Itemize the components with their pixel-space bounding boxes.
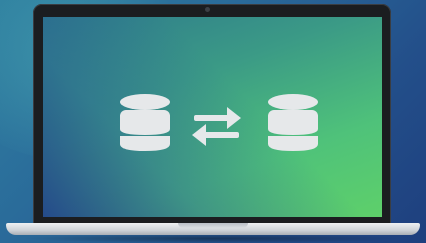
laptop-base [0, 222, 426, 243]
webcam-icon [205, 7, 210, 12]
screen-icons [120, 94, 318, 151]
database-icon [268, 94, 318, 151]
illustration-background [0, 0, 426, 243]
base-opening-notch [178, 223, 248, 228]
base-shadow [20, 234, 406, 243]
laptop-screen [43, 17, 382, 217]
database-icon [120, 94, 170, 151]
transfer-arrows-icon [192, 107, 241, 146]
